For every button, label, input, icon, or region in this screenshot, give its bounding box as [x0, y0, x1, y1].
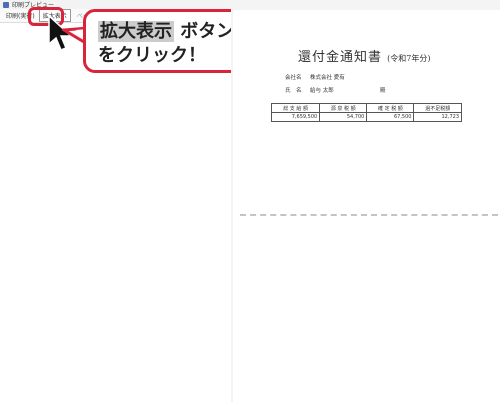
table-row: 7,659,500 54,700 67,500 12,723 — [270, 112, 462, 122]
table-cell: 7,659,500 — [270, 112, 321, 122]
page-break-line — [240, 214, 498, 216]
table-header-row: 総 支 給 額 源 泉 税 額 確 定 税 額 過不足税額 — [270, 103, 462, 113]
document-subtitle: (令和7年分) — [387, 54, 431, 63]
instruction-callout: 拡大表示 ボタン をクリック！ — [83, 9, 243, 73]
name-label: 氏 名 — [285, 88, 302, 94]
table-cell: 67,500 — [366, 112, 415, 122]
table-header-cell: 過不足税額 — [413, 103, 462, 113]
company-label: 会社名 — [285, 75, 302, 81]
table-cell: 54,700 — [319, 112, 368, 122]
callout-highlight: 拡大表示 — [98, 21, 174, 42]
callout-text-1: ボタン — [180, 21, 235, 42]
table-header-cell: 確 定 税 額 — [366, 103, 415, 113]
company-value: 株式会社 愛有 — [310, 75, 345, 81]
document-title-main: 還付金通知書 — [298, 50, 383, 65]
table-header-cell: 源 泉 税 額 — [319, 103, 368, 113]
callout-text: 拡大表示 ボタン をクリック！ — [98, 20, 234, 68]
table-header-cell: 総 支 給 額 — [270, 103, 321, 113]
name-value: 給与 太郎 — [310, 88, 334, 94]
callout-text-2: をクリック！ — [98, 45, 206, 66]
document-title: 還付金通知書 (令和7年分) — [298, 46, 431, 65]
document-page — [233, 10, 500, 402]
table-cell: 12,723 — [413, 112, 462, 122]
app-icon — [3, 1, 9, 8]
honorific: 殿 — [380, 88, 386, 94]
tax-table: 総 支 給 額 源 泉 税 額 確 定 税 額 過不足税額 7,659,500 … — [270, 103, 462, 124]
